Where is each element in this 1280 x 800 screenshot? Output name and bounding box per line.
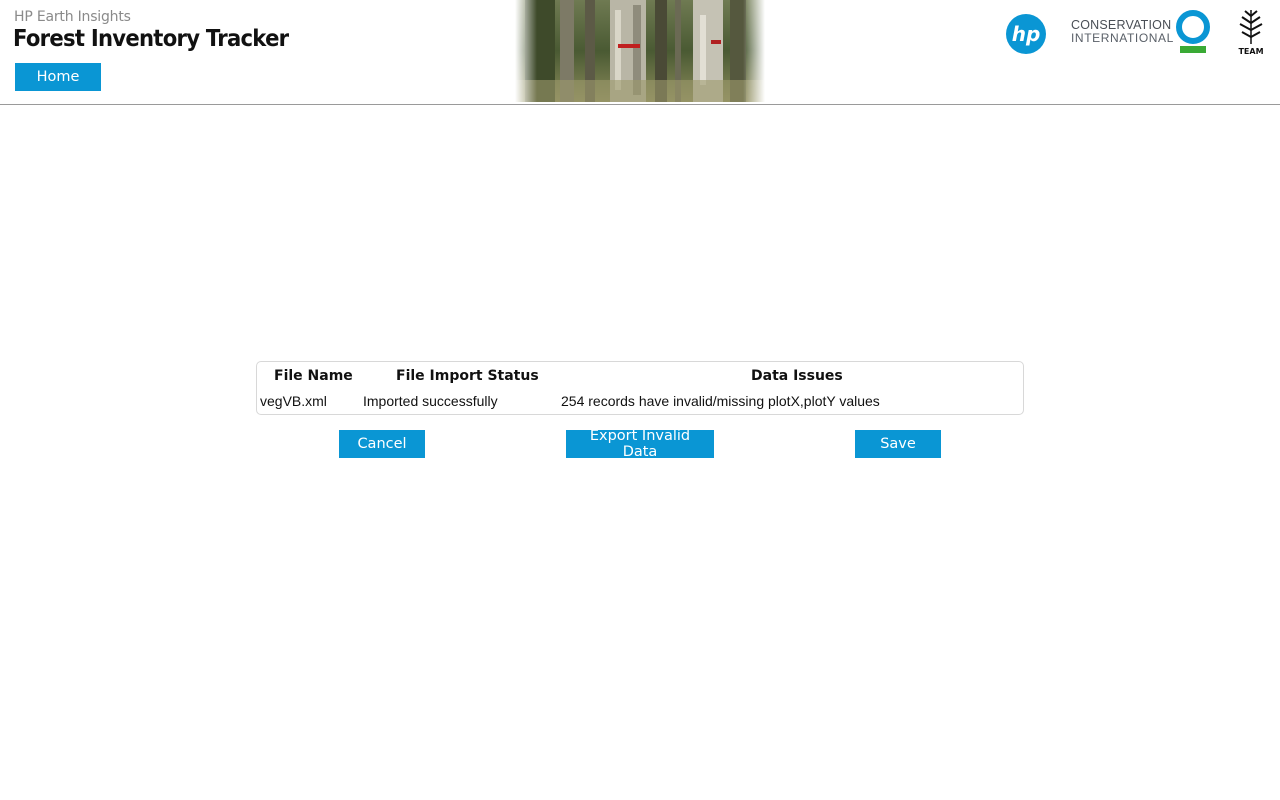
hp-logo-text: hp (1012, 22, 1041, 46)
column-header-file-name: File Name (274, 368, 353, 384)
save-button[interactable]: Save (855, 430, 941, 458)
column-header-file-import-status: File Import Status (396, 368, 539, 384)
team-logo-text: TEAM (1238, 47, 1263, 56)
conservation-international-logo-icon (1174, 8, 1214, 56)
app-title: Forest Inventory Tracker (13, 26, 289, 52)
team-logo-icon: TEAM (1234, 8, 1268, 56)
ci-line2: INTERNATIONAL (1071, 31, 1174, 45)
export-invalid-data-button[interactable]: Export Invalid Data (566, 428, 714, 460)
cell-import-status: Imported successfully (363, 393, 498, 409)
conservation-international-logo-text: CONSERVATION INTERNATIONAL (1071, 19, 1174, 45)
cancel-button[interactable]: Cancel (339, 430, 425, 458)
app-subtitle: HP Earth Insights (14, 9, 131, 25)
app-header: HP Earth Insights Forest Inventory Track… (0, 0, 1280, 105)
cell-file-name: vegVB.xml (260, 393, 327, 409)
column-header-data-issues: Data Issues (751, 368, 843, 384)
home-button[interactable]: Home (15, 63, 101, 91)
import-results-table: File Name File Import Status Data Issues… (256, 361, 1024, 415)
cell-data-issues: 254 records have invalid/missing plotX,p… (561, 393, 880, 409)
hp-logo-icon: hp (1005, 13, 1047, 55)
forest-banner-image (515, 0, 765, 102)
